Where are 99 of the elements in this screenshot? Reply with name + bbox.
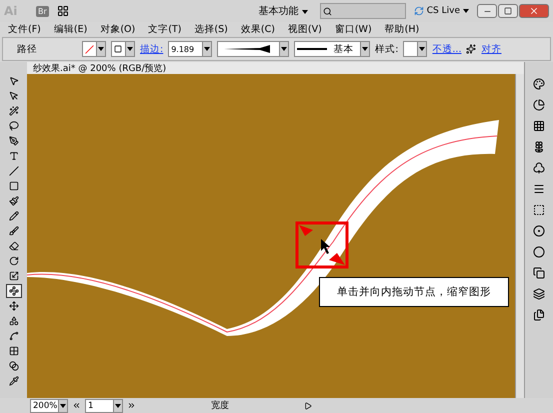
close-button[interactable]	[519, 4, 549, 18]
caret-icon	[115, 404, 121, 408]
move-icon	[8, 301, 18, 311]
files-icon	[533, 309, 545, 321]
lines-icon	[533, 183, 545, 195]
palette-icon	[533, 78, 545, 90]
search-icon	[322, 6, 332, 16]
menu-item[interactable]: 对象(O)	[100, 22, 136, 36]
stroke-line-icon	[297, 47, 328, 51]
pencil-icon	[8, 211, 18, 221]
stroke-weight-field[interactable]: 9.189	[168, 41, 212, 57]
style-label: 样式:	[375, 42, 398, 56]
menu-item[interactable]: 文字(T)	[148, 22, 182, 36]
caret-icon	[419, 47, 426, 51]
stroke-swatch[interactable]	[111, 41, 135, 57]
caret-icon	[204, 47, 210, 51]
club-icon	[533, 162, 545, 174]
menu-item[interactable]: 视图(V)	[288, 22, 322, 36]
caret-icon	[281, 47, 288, 51]
brush-icon	[8, 226, 18, 236]
instruction-callout: 单击并向内拖动节点，缩窄图形	[319, 277, 509, 307]
arrow-icon	[8, 91, 18, 101]
artboard-field[interactable]: 1	[85, 398, 123, 412]
caret-icon	[98, 47, 104, 51]
scale-icon	[8, 271, 18, 281]
workspace-dropdown[interactable]: 基本功能	[254, 4, 312, 18]
search-field[interactable]	[320, 3, 406, 19]
caret-icon	[302, 10, 308, 14]
panel-button[interactable]	[531, 307, 547, 323]
circle-dot-icon	[533, 225, 545, 237]
menu-item[interactable]: 文件(F)	[8, 22, 41, 36]
panel-button[interactable]	[531, 265, 547, 281]
square-icon	[533, 204, 545, 216]
play-icon[interactable]	[304, 402, 312, 410]
last-icon[interactable]	[127, 401, 136, 410]
style-dropdown[interactable]	[403, 41, 428, 57]
wand-icon	[8, 106, 18, 116]
cs-live-button[interactable]: CS Live	[414, 6, 469, 16]
fill-swatch[interactable]	[82, 41, 106, 57]
rotate-icon	[8, 256, 18, 266]
flower-icon	[533, 141, 545, 153]
close-icon	[529, 6, 539, 16]
panel-button[interactable]	[531, 223, 547, 239]
grid-icon	[8, 346, 18, 356]
lasso-icon	[8, 121, 18, 131]
rectangle-icon	[8, 181, 18, 191]
panel-button[interactable]	[531, 202, 547, 218]
tool-button[interactable]	[6, 284, 22, 298]
panel-button[interactable]	[531, 76, 547, 92]
pie-icon	[533, 99, 545, 111]
panel-button[interactable]	[531, 160, 547, 176]
layout-icon[interactable]	[56, 5, 69, 17]
menu-item[interactable]: 窗口(W)	[334, 22, 372, 36]
curve-icon	[8, 331, 18, 341]
shapes-icon	[8, 316, 18, 326]
layers-icon	[533, 288, 545, 300]
status-text: 宽度	[210, 400, 230, 412]
grid-icon	[533, 120, 545, 132]
maximize-button[interactable]	[498, 4, 518, 18]
document-tab[interactable]: 纱效果.ai* @ 200% (RGB/预览)	[27, 62, 524, 74]
pen-icon	[8, 136, 18, 146]
object-type-label: 路径	[17, 42, 38, 56]
panel-button[interactable]	[531, 286, 547, 302]
menu-item[interactable]: 效果(C)	[240, 22, 275, 36]
panel-button[interactable]	[531, 118, 547, 134]
type-icon	[8, 151, 18, 161]
panel-button[interactable]	[531, 97, 547, 113]
panel-button[interactable]	[531, 244, 547, 260]
arrow-icon	[8, 76, 18, 86]
align-link[interactable]: 对齐	[481, 42, 502, 56]
eraser-icon	[8, 241, 18, 251]
eyedropper-icon	[8, 376, 18, 386]
blend-icon	[8, 361, 18, 371]
maximize-icon	[504, 7, 512, 15]
width-profile-dropdown[interactable]	[217, 41, 290, 57]
menu-item[interactable]: 选择(S)	[194, 22, 228, 36]
menu-item[interactable]: 帮助(H)	[384, 22, 420, 36]
opacity-link[interactable]: 不透...	[432, 42, 462, 56]
no-fill-icon	[85, 44, 94, 54]
caret-icon	[60, 404, 66, 408]
caret-icon	[362, 47, 368, 51]
caret-icon	[463, 9, 469, 13]
first-icon[interactable]	[72, 401, 81, 410]
stroke-icon	[114, 45, 122, 53]
stroke-link[interactable]: 描边:	[140, 42, 164, 56]
caret-icon	[127, 47, 133, 51]
line-icon	[8, 166, 18, 176]
anchor-highlight-drawing	[295, 221, 349, 269]
sync-icon	[414, 6, 424, 16]
bridge-button[interactable]: Br	[36, 6, 49, 16]
minimize-button[interactable]	[477, 4, 497, 18]
vertical-scrollbar[interactable]	[515, 74, 524, 398]
menu-item[interactable]: 编辑(E)	[54, 22, 88, 36]
brush-label: 基本	[334, 42, 354, 56]
paintbrush-icon	[8, 196, 18, 206]
zoom-field[interactable]: 200%	[30, 398, 68, 412]
circle-icon	[533, 246, 545, 258]
brush-dropdown[interactable]: 基本	[294, 41, 370, 57]
copy-icon	[533, 267, 545, 279]
